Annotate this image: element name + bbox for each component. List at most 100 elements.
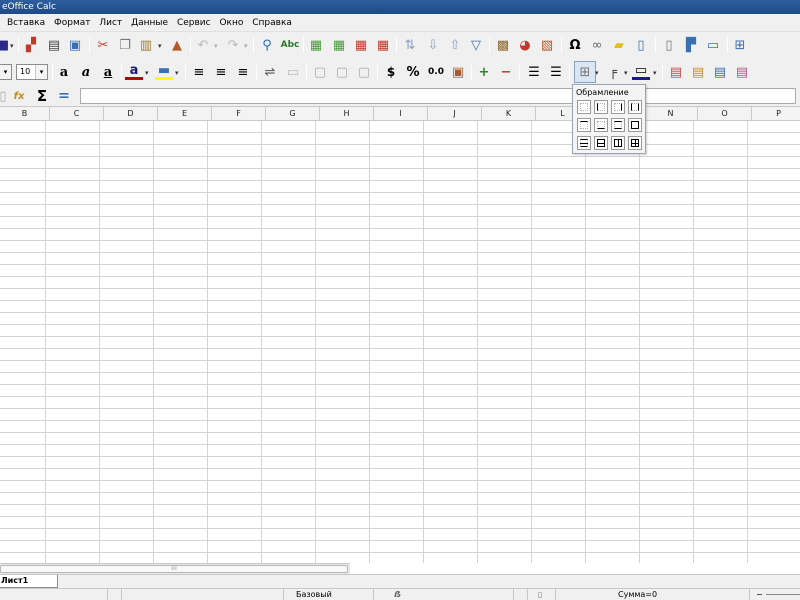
export-pdf-icon[interactable]: ▞ [22,36,40,54]
function-wizard-icon[interactable]: fx [10,87,28,105]
decrease-indent-icon[interactable]: ☰ [547,63,565,81]
formula-input[interactable] [80,88,796,104]
clone-formatting-icon[interactable]: ▲ [168,36,186,54]
copy-icon[interactable]: ❐ [116,36,134,54]
menu-insert[interactable]: Вставка [4,14,48,32]
border-bottom-button[interactable] [594,118,608,132]
special-character-icon[interactable]: Ω [566,36,584,54]
menu-format[interactable]: Формат [51,14,94,32]
insert-chart-icon[interactable]: ◕ [516,36,534,54]
sort-icon[interactable]: ⇅ [401,36,419,54]
border-outline-vertical-button[interactable] [611,136,625,150]
paste-dropdown[interactable]: ▾ [158,42,162,50]
zoom-track[interactable] [766,594,800,595]
language-indicator[interactable]: ẞ [374,589,514,600]
border-top-bottom-button[interactable] [611,118,625,132]
header-footer-icon[interactable]: ▯ [632,36,650,54]
column-header-h[interactable]: H [320,107,374,121]
column-header-g[interactable]: G [266,107,320,121]
data-bar-icon[interactable]: ▤ [711,63,729,81]
menu-data[interactable]: Данные [128,14,171,32]
font-name-combo[interactable]: ▾ [0,64,12,80]
undo-dropdown[interactable]: ▾ [214,42,218,50]
column-header-i[interactable]: I [374,107,428,121]
cut-icon[interactable]: ✂ [94,36,112,54]
sort-descending-icon[interactable]: ⇧ [446,36,464,54]
menu-help[interactable]: Справка [249,14,295,32]
border-outline-horizontal-button[interactable] [594,136,608,150]
sum-icon[interactable]: Σ [33,87,51,105]
percent-format-icon[interactable]: % [404,63,422,81]
print-icon[interactable]: ▤ [45,36,63,54]
align-top-icon[interactable]: ▢ [311,63,329,81]
background-color-dropdown[interactable]: ▾ [175,69,179,77]
color-scale-icon[interactable]: ▤ [689,63,707,81]
border-none-button[interactable] [577,100,591,114]
zoom-minus-icon[interactable]: − [756,589,763,600]
column-header-o[interactable]: O [698,107,752,121]
add-decimal-icon[interactable]: + [475,63,493,81]
borders-dropdown[interactable]: ▾ [595,69,599,77]
sheet-tab[interactable]: Лист1 [0,575,58,588]
sum-indicator[interactable]: Сумма=0 [556,589,750,600]
column-header-k[interactable]: K [482,107,536,121]
selection-mode[interactable] [514,589,528,600]
align-middle-icon[interactable]: ▢ [333,63,351,81]
column-header-c[interactable]: C [50,107,104,121]
formula-icon[interactable]: = [55,87,73,105]
column-header-n[interactable]: N [644,107,698,121]
print-preview-icon[interactable]: ▣ [66,36,84,54]
font-color-dropdown[interactable]: ▾ [145,69,149,77]
decimal-format-icon[interactable]: 0.0 [426,63,446,81]
currency-format-icon[interactable]: $ [382,63,400,81]
border-color-dropdown[interactable]: ▾ [653,69,657,77]
increase-indent-icon[interactable]: ☰ [525,63,543,81]
border-color-icon[interactable]: ▭ [632,63,650,80]
delete-row-icon[interactable]: ▦ [352,36,370,54]
horizontal-scrollbar[interactable]: ⁞⁞⁞ [0,563,350,574]
pivot-table-icon[interactable]: ▧ [538,36,556,54]
column-header-b[interactable]: B [0,107,50,121]
redo-icon[interactable]: ↷ [224,36,242,54]
column-header-f[interactable]: F [212,107,266,121]
icon-set-icon[interactable]: ▤ [733,63,751,81]
border-top-button[interactable] [577,118,591,132]
background-color-icon[interactable]: ▬ [155,63,173,80]
sort-ascending-icon[interactable]: ⇩ [424,36,442,54]
document-modified[interactable]: ▯ [528,589,556,600]
font-size-combo[interactable]: 10 ▾ [16,64,48,80]
insert-row-icon[interactable]: ▦ [307,36,325,54]
align-right-icon[interactable]: ≡ [234,63,252,81]
conditional-format-icon[interactable]: ▤ [667,63,685,81]
autofilter-icon[interactable]: ▽ [467,36,485,54]
menu-tools[interactable]: Сервис [174,14,214,32]
border-left-right-button[interactable] [628,100,642,114]
underline-icon[interactable]: a [99,63,117,81]
align-center-icon[interactable]: ≡ [212,63,230,81]
split-window-icon[interactable]: ▭ [704,36,722,54]
merge-cells-icon[interactable]: ▭ [284,63,302,81]
align-bottom-icon[interactable]: ▢ [355,63,373,81]
wrap-text-icon[interactable]: ⇌ [261,63,279,81]
insert-column-icon[interactable]: ▦ [330,36,348,54]
cell-area[interactable] [0,121,800,563]
font-color-icon[interactable]: a [125,63,143,80]
date-format-icon[interactable]: ▣ [449,63,467,81]
border-style-icon[interactable]: ╒ [604,63,622,81]
save-dropdown[interactable]: ▾ [10,42,14,50]
find-replace-icon[interactable]: ⚲ [258,36,276,54]
border-right-button[interactable] [611,100,625,114]
bold-icon[interactable]: a [55,63,73,81]
column-header-j[interactable]: J [428,107,482,121]
border-all-button[interactable] [628,136,642,150]
spellcheck-icon[interactable]: Abc [281,36,300,54]
freeze-rows-columns-icon[interactable]: ▛ [682,36,700,54]
border-style-dropdown[interactable]: ▾ [624,69,628,77]
define-print-area-icon[interactable]: ▯ [660,36,678,54]
menu-window[interactable]: Окно [216,14,246,32]
delete-column-icon[interactable]: ▦ [374,36,392,54]
comment-icon[interactable]: ▰ [610,36,628,54]
border-left-button[interactable] [594,100,608,114]
align-left-icon[interactable]: ≡ [190,63,208,81]
page-style[interactable]: Базовый [284,589,374,600]
